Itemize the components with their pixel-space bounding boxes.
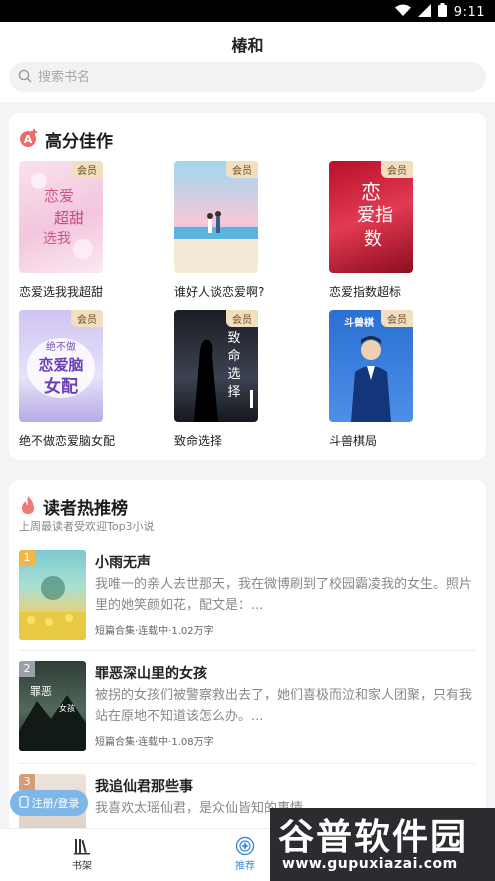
book-description: 被拐的女孩们被警察救出去了，她们喜极而泣和家人团聚，只有我站在原地不知道该怎么办…	[95, 688, 473, 724]
book-card[interactable]: 恋 爱指 数 会员 恋爱指数超标	[329, 161, 479, 300]
svg-text:斗兽棋: 斗兽棋	[344, 316, 374, 329]
book-meta: 短篇合集·连载中·1.02万字	[95, 626, 214, 637]
svg-text:命: 命	[227, 348, 240, 364]
book-card[interactable]: 会员 谁好人谈恋爱啊?	[174, 161, 324, 300]
svg-text:选我: 选我	[43, 231, 71, 247]
book-title: 斗兽棋局	[329, 434, 378, 448]
rank-number: 1	[19, 550, 35, 566]
book-title: 谁好人谈恋爱啊?	[174, 285, 265, 299]
vip-badge: 会员	[226, 310, 258, 327]
ranking-list-item[interactable]: 罪恶 女孩 2 罪恶深山里的女孩 被拐的女孩们被警察救出去了，她们喜极而泣和家人…	[19, 661, 476, 753]
vip-badge: 会员	[381, 161, 413, 178]
book-title: 绝不做恋爱脑女配	[19, 434, 116, 448]
top-picks-section: A 高分佳作 恋爱 超甜 选我 会员 恋爱选我我超甜 会员 谁好人谈恋爱啊? 恋…	[9, 113, 486, 460]
book-cover: 恋爱 超甜 选我 会员	[19, 161, 103, 273]
divider	[19, 650, 476, 651]
book-cover: 罪恶 女孩 2	[19, 661, 86, 751]
status-time: 9:11	[453, 4, 485, 20]
register-login-button[interactable]: 注册/登录	[10, 790, 88, 816]
svg-text:恋: 恋	[361, 180, 381, 204]
book-cover: 斗兽棋 会员	[329, 310, 413, 422]
book-title: 罪恶深山里的女孩	[95, 666, 207, 682]
svg-text:女配: 女配	[44, 376, 78, 397]
section-subtitle: 上周最读者受欢迎Top3小说	[19, 520, 155, 533]
tab-label: 书架	[72, 861, 92, 872]
vip-badge: 会员	[226, 161, 258, 178]
wifi-icon	[394, 4, 411, 21]
svg-text:数: 数	[364, 229, 382, 250]
tab-bookshelf[interactable]: 书架	[52, 835, 112, 872]
vip-badge: 会员	[71, 161, 103, 178]
tab-label: 推荐	[235, 861, 255, 872]
battery-icon	[437, 3, 447, 21]
book-title: 小雨无声	[95, 555, 151, 571]
tab-recommend[interactable]: 推荐	[215, 835, 275, 872]
book-card[interactable]: 绝不做 恋爱脑 女配 会员 绝不做恋爱脑女配	[19, 310, 169, 449]
search-icon	[18, 68, 32, 87]
register-login-label: 注册/登录	[31, 797, 80, 810]
section-title: 读者热推榜	[43, 499, 128, 519]
vip-badge: 会员	[381, 310, 413, 327]
section-title: 高分佳作	[45, 132, 113, 152]
book-description: 我唯一的亲人去世那天，我在微博刷到了校园霸凌我的女生。照片里的她笑颜如花，配文是…	[95, 577, 473, 613]
book-title: 致命选择	[174, 434, 223, 448]
book-meta: 短篇合集·连载中·1.08万字	[95, 737, 214, 748]
search-bar[interactable]	[9, 62, 486, 92]
svg-text:选: 选	[227, 367, 240, 382]
ranking-list-item[interactable]: 1 小雨无声 我唯一的亲人去世那天，我在微博刷到了校园霸凌我的女生。照片里的她笑…	[19, 550, 476, 642]
book-title: 恋爱指数超标	[329, 285, 402, 299]
svg-text:致: 致	[227, 331, 240, 346]
site-watermark: 谷普软件园 www.gupuxiazai.com	[270, 808, 495, 881]
book-card[interactable]: 斗兽棋 会员 斗兽棋局	[329, 310, 479, 449]
svg-text:恋爱: 恋爱	[44, 187, 74, 205]
book-cover: 绝不做 恋爱脑 女配 会员	[19, 310, 103, 422]
book-cover: 恋 爱指 数 会员	[329, 161, 413, 273]
status-bar: 9:11	[0, 0, 495, 22]
svg-text:罪恶: 罪恶	[30, 685, 52, 698]
rank-number: 3	[19, 774, 35, 790]
divider	[19, 763, 476, 764]
svg-text:恋爱脑: 恋爱脑	[38, 356, 83, 374]
ranking-header: 读者热推榜	[19, 494, 128, 519]
book-cover: 1	[19, 550, 86, 640]
svg-text:择: 择	[227, 385, 240, 400]
top-rated-icon: A	[19, 128, 39, 152]
book-card[interactable]: 恋爱 超甜 选我 会员 恋爱选我我超甜	[19, 161, 169, 300]
svg-text:女孩: 女孩	[59, 703, 75, 713]
search-input[interactable]	[38, 69, 418, 85]
app-header: 椿和	[0, 22, 495, 102]
book-card[interactable]: 致 命 选 择 会员 致命选择	[174, 310, 324, 449]
top-picks-header: A 高分佳作	[19, 127, 113, 152]
signal-icon	[417, 3, 431, 21]
bookshelf-icon	[52, 835, 112, 857]
svg-text:A: A	[24, 133, 33, 146]
phone-icon	[19, 795, 29, 811]
flame-icon	[19, 495, 37, 519]
watermark-text: 谷普软件园	[278, 817, 469, 858]
book-cover: 会员	[174, 161, 258, 273]
svg-text:绝不做: 绝不做	[46, 340, 76, 353]
book-title: 我追仙君那些事	[95, 779, 193, 795]
svg-text:爱指: 爱指	[357, 205, 393, 226]
book-cover: 致 命 选 择 会员	[174, 310, 258, 422]
page-title: 椿和	[231, 36, 264, 55]
watermark-url: www.gupuxiazai.com	[282, 856, 458, 872]
svg-text:超甜: 超甜	[54, 209, 84, 227]
vip-badge: 会员	[71, 310, 103, 327]
recommend-icon	[215, 835, 275, 857]
rank-number: 2	[19, 661, 35, 677]
book-title: 恋爱选我我超甜	[19, 285, 104, 299]
